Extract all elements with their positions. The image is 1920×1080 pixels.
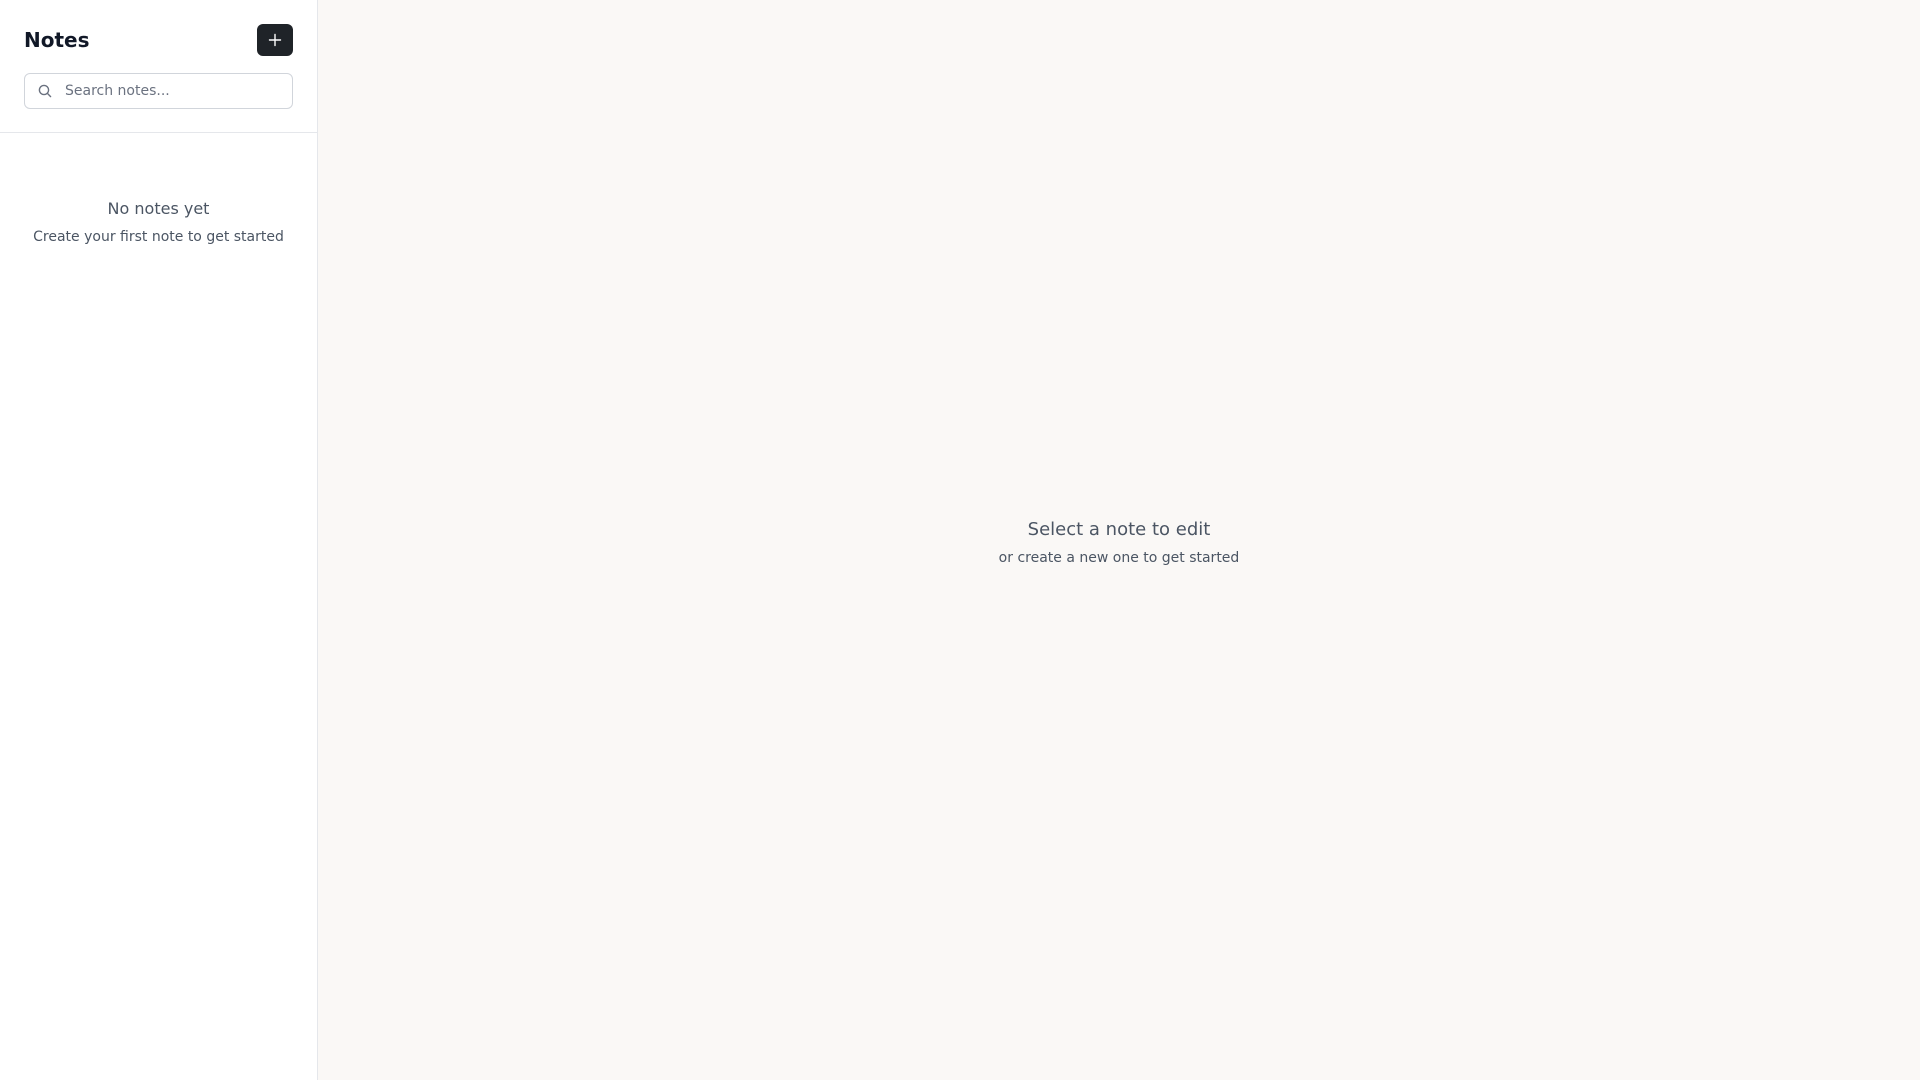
search-box[interactable] <box>24 73 293 109</box>
sidebar: Notes N <box>0 0 318 1080</box>
search-input[interactable] <box>65 83 265 99</box>
search-icon <box>37 83 53 99</box>
new-note-button[interactable] <box>257 24 293 56</box>
editor-empty-title: Select a note to edit <box>1027 518 1211 540</box>
plus-icon <box>268 33 282 47</box>
sidebar-header: Notes <box>0 0 317 133</box>
editor-empty-state: Select a note to edit or create a new on… <box>999 516 1240 568</box>
notes-list-empty-state: No notes yet Create your first note to g… <box>0 133 317 247</box>
editor-empty-subtitle: or create a new one to get started <box>998 549 1240 566</box>
app-root: Notes N <box>0 0 1920 1080</box>
sidebar-header-row: Notes <box>24 24 293 56</box>
empty-list-subtitle: Create your first note to get started <box>33 229 284 245</box>
app-title: Notes <box>24 28 90 52</box>
editor-pane: Select a note to edit or create a new on… <box>318 0 1920 1080</box>
empty-list-title: No notes yet <box>107 199 210 218</box>
